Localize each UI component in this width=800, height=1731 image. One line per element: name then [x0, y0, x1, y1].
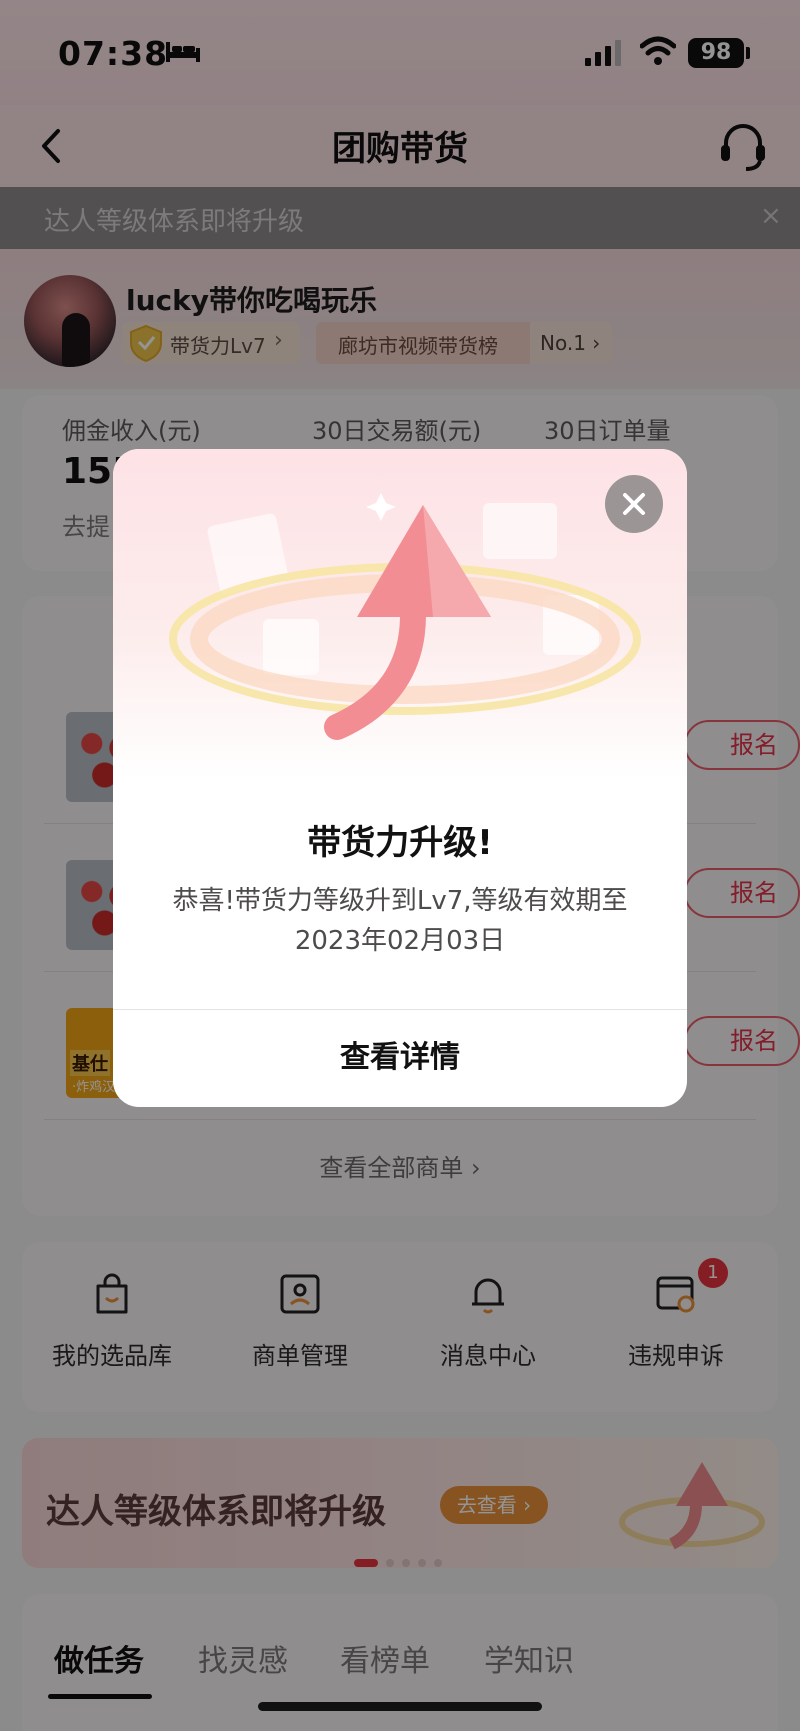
modal-close-button[interactable] — [605, 475, 663, 533]
close-icon — [623, 493, 645, 515]
modal-title: 带货力升级! — [307, 823, 493, 863]
modal-body: 恭喜!带货力等级升到Lv7,等级有效期至2023年02月03日 — [172, 886, 628, 956]
home-indicator[interactable] — [258, 1702, 542, 1711]
upgrade-arrow-illustration — [169, 493, 641, 740]
view-details-button[interactable]: 查看详情 — [113, 1009, 687, 1107]
level-up-modal: 带货力升级! 恭喜!带货力等级升到Lv7,等级有效期至2023年02月03日 查… — [113, 449, 687, 1107]
modal-hero — [113, 449, 687, 779]
